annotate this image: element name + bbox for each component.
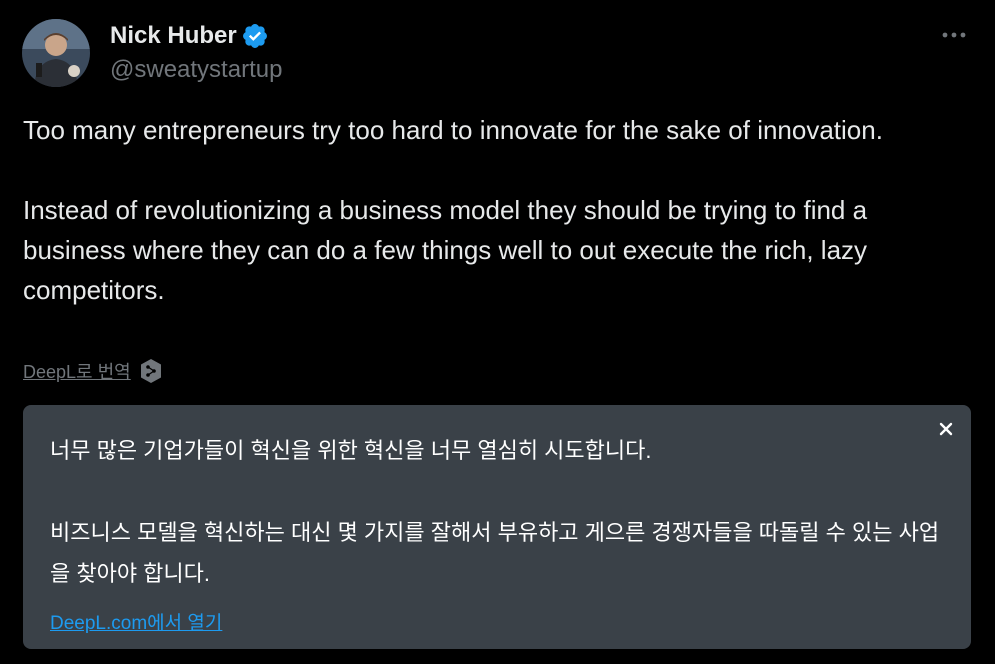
- tweet-paragraph: Too many entrepreneurs try too hard to i…: [23, 115, 883, 145]
- tweet-text: Too many entrepreneurs try too hard to i…: [23, 110, 973, 310]
- translation-text: 너무 많은 기업가들이 혁신을 위한 혁신을 너무 열심히 시도합니다. 비즈니…: [50, 430, 940, 594]
- more-dots-icon: [942, 32, 966, 38]
- verified-badge-icon[interactable]: [241, 22, 269, 50]
- translation-box: 너무 많은 기업가들이 혁신을 위한 혁신을 너무 열심히 시도합니다. 비즈니…: [23, 405, 971, 649]
- avatar[interactable]: [22, 19, 90, 87]
- display-name[interactable]: Nick Huber: [110, 20, 237, 52]
- author-name-row[interactable]: Nick Huber: [110, 20, 269, 52]
- deepl-icon: [139, 358, 163, 384]
- author-handle[interactable]: @sweatystartup: [110, 54, 282, 86]
- more-options-button[interactable]: [939, 20, 969, 50]
- open-in-deepl-link[interactable]: DeepL.com에서 열기: [50, 608, 222, 635]
- translate-link[interactable]: DeepL로 번역: [23, 358, 131, 384]
- avatar-photo: [22, 19, 90, 87]
- translation-paragraph: 비즈니스 모델을 혁신하는 대신 몇 가지를 잘해서 부유하고 게으른 경쟁자들…: [50, 520, 940, 586]
- translate-row: DeepL로 번역: [23, 358, 163, 384]
- tweet-paragraph: Instead of revolutionizing a business mo…: [23, 195, 868, 305]
- translation-paragraph: 너무 많은 기업가들이 혁신을 위한 혁신을 너무 열심히 시도합니다.: [50, 438, 652, 463]
